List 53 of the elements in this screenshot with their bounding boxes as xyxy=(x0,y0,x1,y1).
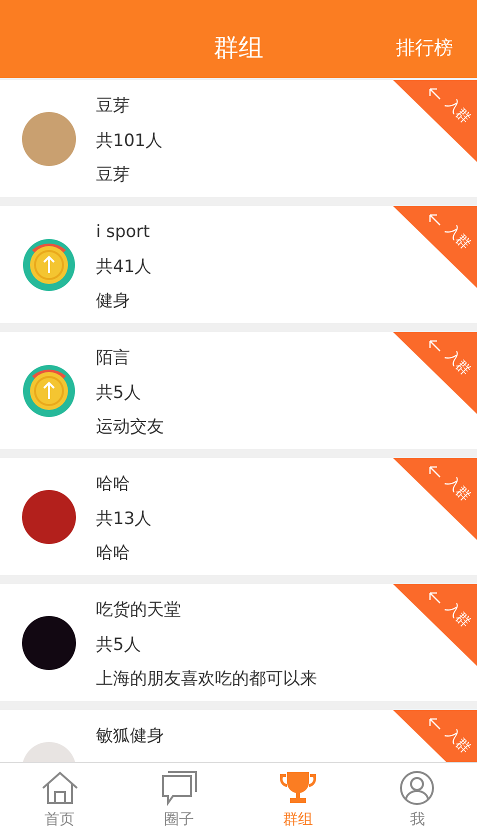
group-description: 豆芽 xyxy=(96,164,131,187)
join-ribbon[interactable]: 入群 xyxy=(393,332,477,414)
ranking-button[interactable]: 排行榜 xyxy=(396,34,453,62)
group-card[interactable]: 敏狐健身 入群 xyxy=(0,710,477,762)
arrow-icon xyxy=(429,718,441,730)
member-count: 共13人 xyxy=(96,508,152,530)
group-name: 哈哈 xyxy=(96,473,131,496)
group-card[interactable]: 哈哈 共13人 哈哈 入群 xyxy=(0,458,477,575)
join-label: 入群 xyxy=(443,96,473,126)
join-label: 入群 xyxy=(443,222,473,252)
trophy-icon xyxy=(278,770,318,806)
join-ribbon[interactable]: 入群 xyxy=(393,206,477,288)
join-label: 入群 xyxy=(443,726,473,756)
group-name: 敏狐健身 xyxy=(96,725,164,748)
medal-icon xyxy=(22,238,76,292)
group-name: 吃货的天堂 xyxy=(96,599,182,622)
group-description: 健身 xyxy=(96,290,131,313)
arrow-icon xyxy=(429,88,441,100)
member-count: 共5人 xyxy=(96,634,142,656)
tab[interactable]: 我 xyxy=(358,763,477,837)
home-icon xyxy=(40,770,80,806)
join-label: 入群 xyxy=(443,600,473,630)
arrow-icon xyxy=(429,214,441,226)
join-ribbon[interactable]: 入群 xyxy=(393,584,477,666)
tab[interactable]: 群组 xyxy=(238,763,358,837)
avatar-photo xyxy=(22,616,76,670)
arrow-icon xyxy=(429,340,441,352)
group-name: 豆芽 xyxy=(96,95,131,118)
avatar-photo xyxy=(22,112,76,166)
join-label: 入群 xyxy=(443,348,473,378)
group-description: 运动交友 xyxy=(96,416,164,439)
page-title: 群组 xyxy=(214,32,264,64)
member-count: 共101人 xyxy=(96,130,162,152)
group-card[interactable]: i sport 共41人 健身 入群 xyxy=(0,206,477,323)
group-name: 陌言 xyxy=(96,347,131,370)
join-ribbon[interactable]: 入群 xyxy=(393,80,477,162)
member-count: 共5人 xyxy=(96,382,142,404)
join-ribbon[interactable]: 入群 xyxy=(393,458,477,540)
arrow-icon xyxy=(429,466,441,478)
avatar-photo xyxy=(22,490,76,544)
group-name: i sport xyxy=(96,221,151,244)
group-card[interactable]: 豆芽 共101人 豆芽 入群 xyxy=(0,80,477,197)
group-description: 上海的朋友喜欢吃的都可以来 xyxy=(96,668,317,691)
join-label: 入群 xyxy=(443,474,473,504)
medal-icon xyxy=(22,364,76,418)
member-count: 共41人 xyxy=(96,256,152,278)
tab[interactable]: 首页 xyxy=(0,763,120,837)
group-description: 哈哈 xyxy=(96,542,131,565)
arrow-icon xyxy=(429,592,441,604)
join-ribbon[interactable]: 入群 xyxy=(393,710,477,762)
group-card[interactable]: 吃货的天堂 共5人 上海的朋友喜欢吃的都可以来 入群 xyxy=(0,584,477,701)
tab[interactable]: 圈子 xyxy=(119,763,238,837)
group-card[interactable]: 陌言 共5人 运动交友 入群 xyxy=(0,332,477,449)
